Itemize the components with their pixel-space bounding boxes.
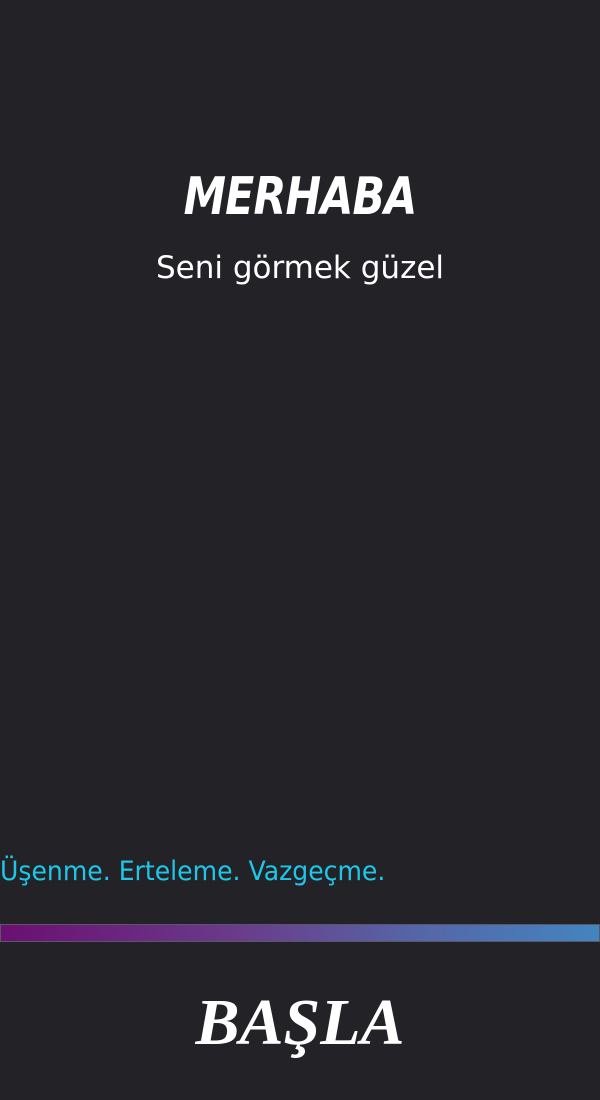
welcome-screen: MERHABA Seni görmek güzel Üşenme. Ertele… xyxy=(0,0,600,1100)
motto-text: Üşenme. Erteleme. Vazgeçme. xyxy=(0,856,386,887)
greeting-title: MERHABA xyxy=(183,167,418,227)
gradient-divider xyxy=(0,924,600,942)
start-button[interactable]: BAŞLA xyxy=(0,975,600,1071)
greeting-subtitle: Seni görmek güzel xyxy=(155,250,445,286)
